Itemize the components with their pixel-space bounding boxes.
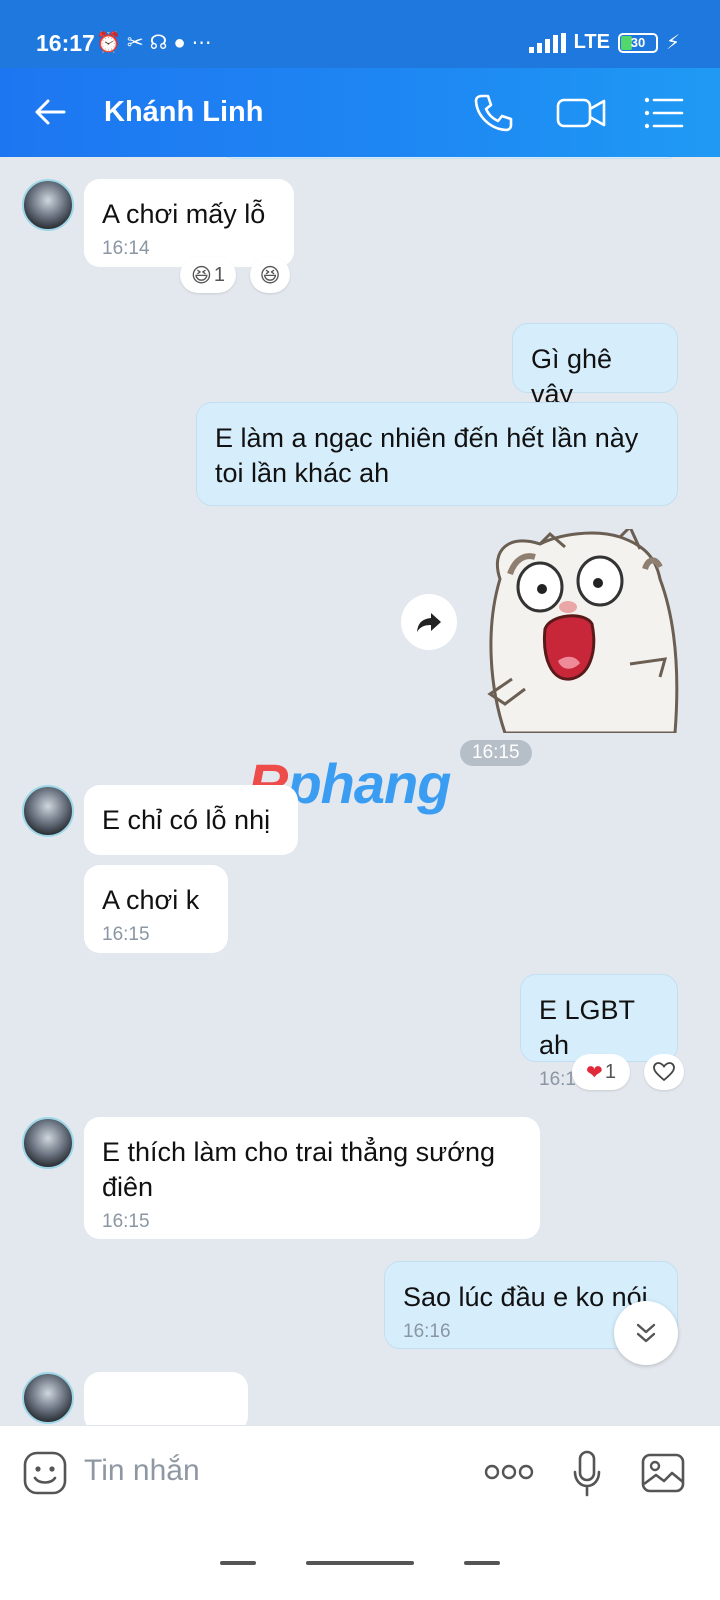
message-bubble-partial[interactable] — [222, 157, 678, 159]
message-list[interactable]: A chơi mấy lỗ 16:14 😆 1 😆 Gì ghê vậy E là… — [0, 157, 720, 1425]
status-bar: 16:17 ⏰✂☊●⋯ LTE 30 ⚡ — [0, 0, 720, 68]
reaction-badge[interactable]: 😆 1 — [180, 257, 236, 293]
scroll-to-bottom-button[interactable] — [614, 1301, 678, 1365]
emoji-button[interactable] — [22, 1450, 68, 1501]
flame-icon: ● — [173, 32, 192, 54]
timestamp-pill: 16:15 — [460, 740, 532, 766]
message-composer: Tin nhắn — [0, 1425, 720, 1521]
phone-icon — [474, 94, 513, 132]
message-text: E chỉ có lỗ nhị — [102, 805, 271, 835]
chat-menu-button[interactable] — [640, 90, 686, 136]
forward-arrow-icon — [417, 613, 441, 632]
avatar[interactable] — [22, 1117, 74, 1169]
cat-sticker-icon — [487, 524, 679, 735]
video-camera-icon — [556, 98, 606, 128]
signal-icon — [528, 32, 566, 53]
message-text: E thích làm cho trai thẳng sướng điên — [102, 1137, 495, 1202]
alarm-icon: ⏰ — [96, 32, 127, 54]
chat-header: Khánh Linh — [0, 68, 720, 157]
message-bubble-outgoing[interactable]: E làm a ngạc nhiên đến hết lần này toi l… — [196, 402, 678, 506]
message-text: A chơi mấy lỗ — [102, 199, 266, 229]
network-label: LTE — [573, 31, 610, 53]
laugh-emoji-icon: 😆 — [259, 264, 281, 287]
avatar[interactable] — [22, 179, 74, 231]
sticker-image[interactable] — [470, 524, 682, 735]
heart-outline-icon — [653, 1062, 675, 1082]
nav-back-button[interactable] — [464, 1561, 500, 1565]
message-bubble-partial[interactable] — [84, 1372, 248, 1425]
voice-record-button[interactable] — [572, 1450, 602, 1503]
message-bubble-incoming[interactable]: A chơi k 16:15 — [84, 865, 228, 953]
message-text: A chơi k — [102, 885, 200, 915]
message-text: Gì ghê vậy — [531, 344, 613, 409]
laugh-emoji-icon: 😆 — [191, 264, 212, 287]
reaction-count: 1 — [213, 263, 225, 286]
add-reaction-button[interactable] — [644, 1054, 684, 1090]
status-notification-icons: ⏰✂☊●⋯ — [96, 30, 218, 55]
status-time: 16:17 — [36, 30, 95, 56]
message-time: 16:15 — [102, 1211, 150, 1232]
back-button[interactable] — [30, 92, 70, 132]
system-nav-bar — [0, 1521, 720, 1600]
heart-emoji-icon: ❤ — [586, 1061, 603, 1084]
message-bubble-incoming[interactable]: A chơi mấy lỗ 16:14 — [84, 179, 294, 267]
message-text: E LGBT ah — [539, 995, 635, 1060]
status-right: LTE 30 ⚡ — [528, 30, 680, 55]
more-options-button[interactable] — [484, 1462, 534, 1487]
contact-name[interactable]: Khánh Linh — [104, 96, 263, 129]
sticker-smile-icon — [23, 1451, 67, 1495]
capcut-icon: ✂ — [126, 32, 150, 54]
nav-recent-button[interactable] — [220, 1561, 256, 1565]
charging-icon: ⚡ — [665, 32, 680, 54]
microphone-icon — [573, 1450, 601, 1497]
video-call-button[interactable] — [555, 90, 609, 136]
avatar[interactable] — [22, 1372, 74, 1424]
forward-button[interactable] — [401, 594, 457, 650]
nav-home-button[interactable] — [306, 1561, 414, 1565]
message-time: 16:15 — [102, 924, 150, 945]
message-text: E làm a ngạc nhiên đến hết lần này toi l… — [215, 423, 639, 488]
message-bubble-outgoing[interactable]: Gì ghê vậy — [512, 323, 678, 409]
more-dots-icon: ⋯ — [191, 32, 218, 54]
add-reaction-button[interactable]: 😆 — [250, 257, 290, 293]
headphones-icon: ☊ — [149, 32, 174, 54]
message-bubble-incoming[interactable]: E thích làm cho trai thẳng sướng điên 16… — [84, 1117, 540, 1239]
arrow-left-icon — [35, 99, 66, 125]
double-chevron-down-icon — [636, 1323, 656, 1343]
reaction-count: 1 — [604, 1060, 616, 1083]
voice-call-button[interactable] — [470, 90, 516, 136]
message-bubble-outgoing[interactable]: E LGBT ah 16:15 — [520, 974, 678, 1090]
image-icon — [641, 1453, 685, 1493]
battery-icon: 30 — [617, 32, 658, 53]
menu-list-icon — [644, 97, 684, 129]
message-text: Sao lúc đầu e ko nói — [403, 1282, 648, 1312]
more-dots-icon — [484, 1464, 534, 1480]
message-input[interactable]: Tin nhắn — [84, 1454, 200, 1488]
avatar[interactable] — [22, 785, 74, 837]
image-picker-button[interactable] — [640, 1450, 686, 1501]
message-bubble-incoming[interactable]: E chỉ có lỗ nhị — [84, 785, 298, 855]
reaction-badge[interactable]: ❤ 1 — [572, 1054, 630, 1090]
